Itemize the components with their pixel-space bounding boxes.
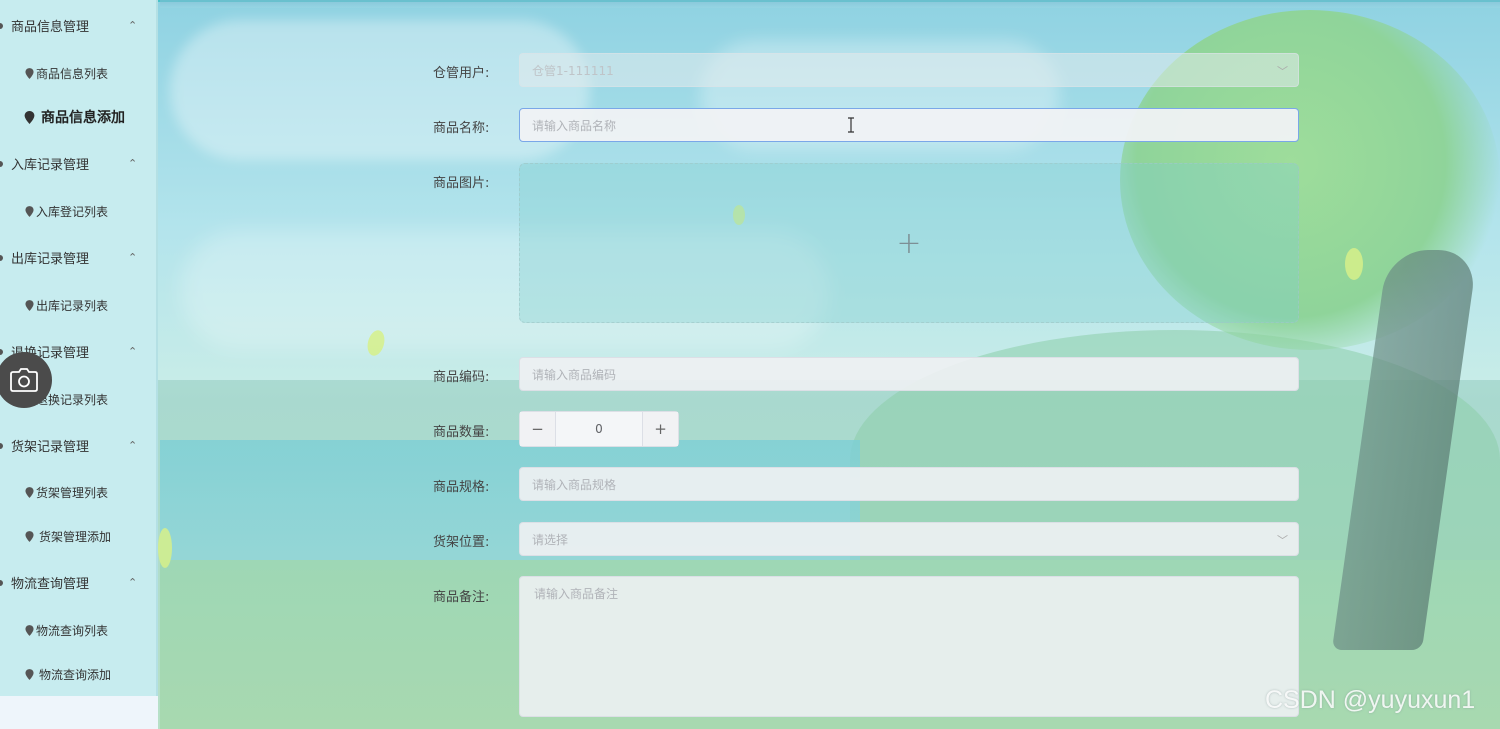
sidebar-group-logistics[interactable]: 物流查询管理 ⌃ bbox=[0, 559, 158, 606]
quantity-value[interactable]: 0 bbox=[556, 412, 642, 446]
sidebar-item-label: 商品信息添加 bbox=[41, 110, 125, 126]
warehouse-user-label: 仓管用户: bbox=[433, 66, 490, 81]
group-bullet-icon bbox=[0, 254, 3, 261]
sidebar-item-label: 物流查询添加 bbox=[39, 667, 112, 682]
product-quantity-stepper: − 0 + bbox=[519, 411, 679, 447]
map-pin-icon bbox=[25, 486, 34, 498]
group-bullet-icon bbox=[0, 579, 3, 586]
chevron-up-icon: ⌃ bbox=[128, 345, 138, 358]
product-code-input[interactable]: 请输入商品编码 bbox=[519, 357, 1299, 391]
chevron-down-icon: ﹀ bbox=[1277, 65, 1288, 78]
shelf-location-select[interactable]: 请选择 ﹀ bbox=[519, 522, 1299, 556]
sidebar-group-label: 出库记录管理 bbox=[11, 252, 90, 267]
product-image-label: 商品图片: bbox=[433, 176, 490, 191]
sidebar-group-outbound[interactable]: 出库记录管理 ⌃ bbox=[0, 234, 158, 281]
map-pin-icon bbox=[25, 624, 34, 636]
group-bullet-icon bbox=[0, 442, 3, 449]
product-spec-input[interactable]: 请输入商品规格 bbox=[519, 467, 1299, 501]
sidebar-item-label: 货架管理列表 bbox=[36, 485, 109, 500]
sidebar-item-outbound-list[interactable]: 出库记录列表 bbox=[0, 283, 158, 327]
chevron-up-icon: ⌃ bbox=[128, 19, 138, 32]
group-bullet-icon bbox=[0, 160, 3, 167]
chevron-up-icon: ⌃ bbox=[128, 439, 138, 452]
decrement-button[interactable]: − bbox=[520, 412, 556, 446]
sidebar-group-label: 货架记录管理 bbox=[11, 440, 90, 455]
sidebar-group-label: 物流查询管理 bbox=[11, 577, 90, 592]
watermark: CSDN @yuyuxun1 bbox=[1265, 686, 1476, 714]
sidebar-group-inbound[interactable]: 入库记录管理 ⌃ bbox=[0, 140, 158, 187]
map-pin-icon bbox=[25, 299, 34, 311]
sidebar-item-shelf-add[interactable]: 货架管理添加 bbox=[0, 514, 158, 558]
product-remark-textarea[interactable]: 请输入商品备注 bbox=[519, 576, 1299, 717]
chevron-up-icon: ⌃ bbox=[128, 157, 138, 170]
sidebar-group-label: 商品信息管理 bbox=[11, 20, 90, 35]
product-name-placeholder: 请输入商品名称 bbox=[532, 118, 617, 133]
product-add-form: 仓管用户: 仓管1-111111 ﹀ 商品名称: 请输入商品名称 商品图片: +… bbox=[160, 0, 1500, 729]
sidebar-item-label: 出库记录列表 bbox=[36, 298, 109, 313]
product-code-label: 商品编码: bbox=[433, 370, 490, 385]
chevron-down-icon: ﹀ bbox=[1277, 534, 1288, 547]
product-name-label: 商品名称: bbox=[433, 121, 490, 136]
sidebar-item-shelf-list[interactable]: 货架管理列表 bbox=[0, 470, 158, 514]
sidebar-bottom bbox=[0, 696, 158, 729]
product-image-upload[interactable]: + bbox=[519, 163, 1299, 323]
product-name-input[interactable]: 请输入商品名称 bbox=[519, 108, 1299, 142]
warehouse-user-select[interactable]: 仓管1-111111 ﹀ bbox=[519, 53, 1299, 87]
sidebar-item-label: 入库登记列表 bbox=[36, 204, 109, 219]
product-remark-label: 商品备注: bbox=[433, 590, 490, 605]
map-pin-icon bbox=[25, 668, 34, 680]
product-code-placeholder: 请输入商品编码 bbox=[532, 367, 617, 382]
map-pin-icon bbox=[24, 110, 35, 124]
increment-button[interactable]: + bbox=[642, 412, 678, 446]
chevron-up-icon: ⌃ bbox=[128, 576, 138, 589]
text-cursor-icon bbox=[848, 117, 854, 133]
shelf-location-placeholder: 请选择 bbox=[532, 532, 569, 547]
group-bullet-icon bbox=[0, 348, 3, 355]
warehouse-user-value: 仓管1-111111 bbox=[532, 63, 614, 78]
group-bullet-icon bbox=[0, 22, 3, 29]
map-pin-icon bbox=[25, 67, 34, 79]
sidebar-item-logistics-list[interactable]: 物流查询列表 bbox=[0, 608, 158, 652]
sidebar-group-product-info[interactable]: 商品信息管理 ⌃ bbox=[0, 2, 158, 49]
product-remark-placeholder: 请输入商品备注 bbox=[534, 587, 619, 601]
product-spec-placeholder: 请输入商品规格 bbox=[532, 477, 617, 492]
product-quantity-label: 商品数量: bbox=[433, 425, 490, 440]
chevron-up-icon: ⌃ bbox=[128, 251, 138, 264]
sidebar-item-product-add[interactable]: 商品信息添加 bbox=[0, 95, 158, 139]
sidebar-group-label: 入库记录管理 bbox=[11, 158, 90, 173]
sidebar-item-label: 商品信息列表 bbox=[36, 66, 109, 81]
sidebar-item-inbound-list[interactable]: 入库登记列表 bbox=[0, 189, 158, 233]
sidebar-item-label: 物流查询列表 bbox=[36, 623, 109, 638]
camera-icon bbox=[10, 368, 38, 392]
sidebar-item-product-list[interactable]: 商品信息列表 bbox=[0, 51, 158, 95]
sidebar-item-logistics-add[interactable]: 物流查询添加 bbox=[0, 652, 158, 696]
sidebar-item-label: 货架管理添加 bbox=[39, 529, 112, 544]
shelf-location-label: 货架位置: bbox=[433, 535, 490, 550]
map-pin-icon bbox=[25, 205, 34, 217]
plus-icon: + bbox=[896, 225, 922, 261]
product-spec-label: 商品规格: bbox=[433, 480, 490, 495]
sidebar-group-shelves[interactable]: 货架记录管理 ⌃ bbox=[0, 422, 158, 469]
map-pin-icon bbox=[25, 530, 34, 542]
